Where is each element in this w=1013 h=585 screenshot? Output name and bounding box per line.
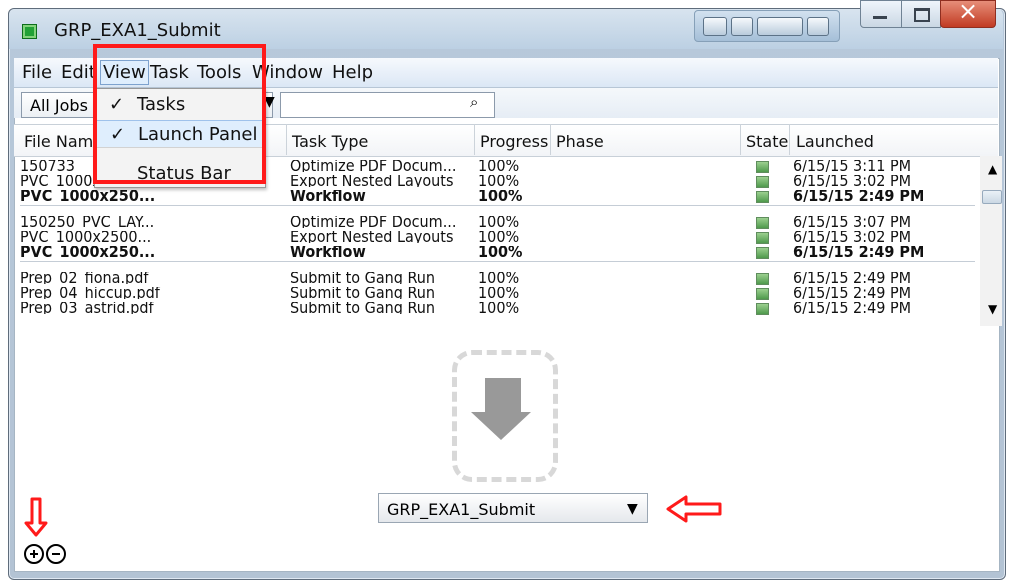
menu-edit[interactable]: Edit	[61, 62, 96, 83]
file-name-cell: Prep_03_astrid.pdf	[20, 302, 154, 314]
progress-cell: 100%	[478, 246, 523, 258]
preview-control-4[interactable]	[807, 17, 829, 36]
launched-cell: 6/15/15 3:02 PM	[793, 231, 912, 243]
annotation-arrow-down-icon	[24, 497, 48, 537]
file-name-cell: 150250_PVC_LAY...	[20, 216, 155, 228]
scroll-up-icon[interactable]: ▲	[988, 162, 997, 176]
task-type-cell: Submit to Gang Run	[290, 272, 435, 284]
table-row[interactable]: PVC_1000x2500... Export Nested Layouts 100…	[20, 231, 975, 244]
progress-cell: 100%	[478, 231, 520, 243]
download-arrow-icon	[485, 378, 521, 412]
checkbox-icon	[756, 161, 769, 173]
preview-control-3[interactable]	[757, 17, 803, 36]
checkbox-icon	[756, 273, 769, 285]
checkbox-icon	[756, 191, 769, 203]
file-name-cell: Prep_04_hiccup.pdf	[20, 287, 160, 299]
task-type-cell: Optimize PDF Docum...	[290, 216, 457, 228]
maximize-button[interactable]	[901, 0, 941, 28]
window-title: GRP_EXA1_Submit	[54, 20, 221, 41]
minimize-button[interactable]	[860, 0, 902, 28]
task-type-cell: Export Nested Layouts	[290, 175, 454, 187]
file-name-cell: PVC_1000x2500...	[20, 231, 152, 243]
table-row[interactable]: PVC_1000x250... Workflow 100% 6/15/15 2:49 …	[20, 190, 975, 203]
launch-panel-select[interactable]: GRP_EXA1_Submit	[378, 493, 648, 523]
annotation-highlight-box	[93, 44, 266, 184]
scroll-down-icon[interactable]: ▼	[988, 302, 997, 316]
file-name-cell: Prep_02_fiona.pdf	[20, 272, 149, 284]
task-type-cell: Workflow	[290, 246, 366, 258]
progress-cell: 100%	[478, 190, 523, 202]
window: GRP_EXA1_Submit × File Edit View Task To…	[0, 0, 1013, 585]
table-row[interactable]: PVC_1000x250... Workflow 100% 6/15/15 2:49 …	[20, 246, 975, 259]
close-button[interactable]: ×	[940, 0, 996, 28]
column-task-type[interactable]: Task Type	[292, 132, 368, 151]
plus-circle-icon[interactable]	[24, 544, 44, 564]
task-type-cell: Workflow	[290, 190, 366, 202]
chevron-down-icon[interactable]: ▼	[627, 501, 638, 517]
checkbox-icon	[756, 176, 769, 188]
checkbox-icon	[756, 247, 769, 259]
header-separator	[740, 124, 741, 155]
launched-cell: 6/15/15 2:49 PM	[793, 302, 912, 314]
header-separator	[286, 124, 287, 155]
table-row[interactable]: 150250_PVC_LAY... Optimize PDF Docum... 10…	[20, 216, 975, 229]
file-name-cell: PVC_1000x250...	[20, 190, 156, 202]
header-separator	[474, 124, 475, 155]
launched-cell: 6/15/15 2:49 PM	[793, 246, 925, 258]
task-type-cell: Submit to Gang Run	[290, 302, 435, 314]
search-icon[interactable]: ⌕	[470, 93, 488, 113]
close-icon: ×	[957, 0, 979, 25]
group-separator	[20, 205, 975, 206]
table-row[interactable]: Prep_04_hiccup.pdf Submit to Gang Run 100%…	[20, 287, 975, 300]
header-separator	[789, 124, 790, 155]
menu-file[interactable]: File	[22, 62, 52, 83]
column-file-name[interactable]: File Name	[24, 132, 103, 151]
progress-cell: 100%	[478, 302, 520, 314]
search-input[interactable]	[280, 92, 495, 118]
checkbox-icon	[756, 288, 769, 300]
file-name-cell: PVC_1000x250...	[20, 246, 156, 258]
column-state[interactable]: State	[746, 132, 788, 151]
vertical-scrollbar[interactable]	[980, 156, 1002, 326]
taskbar-preview-controls[interactable]	[694, 10, 840, 42]
launched-cell: 6/15/15 2:49 PM	[793, 287, 912, 299]
launched-cell: 6/15/15 2:49 PM	[793, 190, 925, 202]
preview-control-1[interactable]	[703, 17, 727, 36]
launched-cell: 6/15/15 3:07 PM	[793, 216, 912, 228]
menu-help[interactable]: Help	[332, 62, 373, 83]
scroll-thumb[interactable]	[982, 190, 1002, 204]
checkbox-icon	[756, 232, 769, 244]
group-separator	[20, 261, 975, 262]
progress-cell: 100%	[478, 175, 520, 187]
app-icon	[22, 24, 37, 39]
minus-circle-icon[interactable]	[46, 544, 66, 564]
task-type-cell: Export Nested Layouts	[290, 231, 454, 243]
header-separator	[550, 124, 551, 155]
launched-cell: 6/15/15 3:02 PM	[793, 175, 912, 187]
progress-cell: 100%	[478, 216, 520, 228]
progress-cell: 100%	[478, 287, 520, 299]
progress-cell: 100%	[478, 160, 520, 172]
task-type-cell: Optimize PDF Docum...	[290, 160, 457, 172]
launched-cell: 6/15/15 2:49 PM	[793, 272, 912, 284]
table-row[interactable]: Prep_03_astrid.pdf Submit to Gang Run 100%…	[20, 302, 975, 315]
download-arrow-head	[471, 412, 531, 440]
checkbox-icon	[756, 217, 769, 229]
column-progress[interactable]: Progress	[480, 132, 548, 151]
table-row[interactable]: Prep_02_fiona.pdf Submit to Gang Run 100% 6…	[20, 272, 975, 285]
progress-cell: 100%	[478, 272, 520, 284]
checkbox-icon	[756, 303, 769, 315]
column-launched[interactable]: Launched	[796, 132, 874, 151]
launched-cell: 6/15/15 3:11 PM	[793, 160, 912, 172]
task-type-cell: Submit to Gang Run	[290, 287, 435, 299]
annotation-arrow-left-icon	[666, 495, 722, 523]
column-phase[interactable]: Phase	[556, 132, 604, 151]
preview-control-2[interactable]	[731, 17, 753, 36]
